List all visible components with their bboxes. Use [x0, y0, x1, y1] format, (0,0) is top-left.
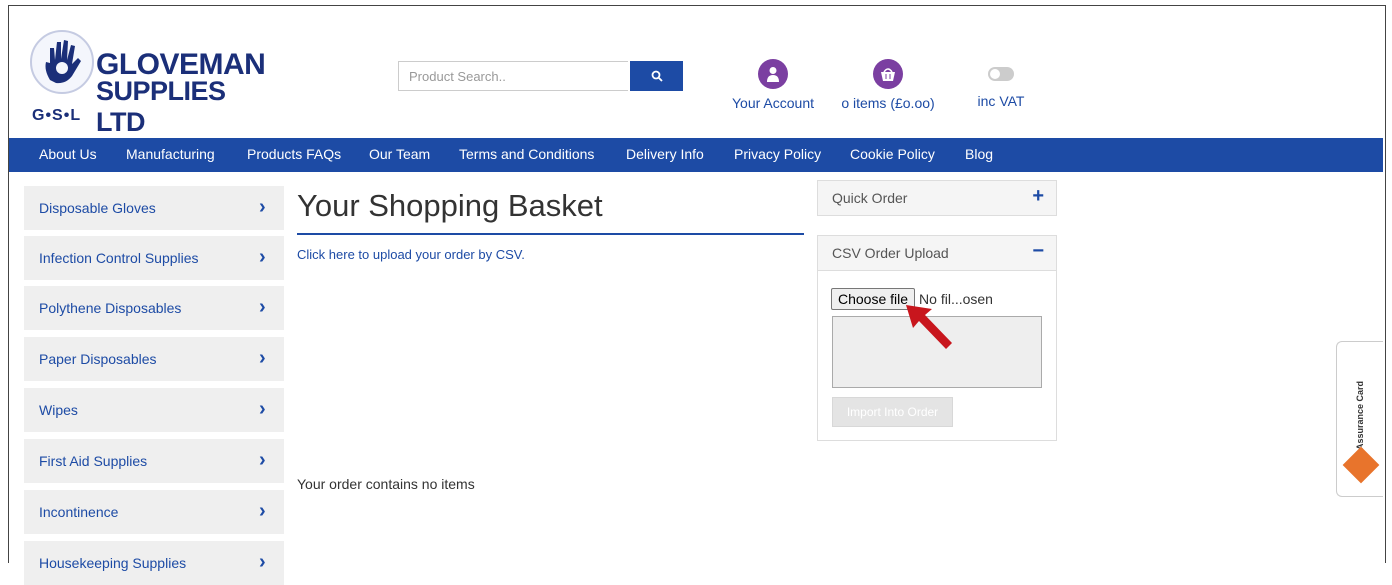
plus-icon[interactable]: + — [1032, 185, 1044, 208]
assurance-badge-icon — [1342, 446, 1380, 484]
chevron-right-icon: › — [259, 347, 266, 369]
sidebar-item-first-aid[interactable]: First Aid Supplies › — [24, 439, 284, 483]
search-button[interactable] — [630, 61, 683, 91]
quick-order-panel: Quick Order + — [817, 180, 1057, 216]
sidebar-item-incontinence[interactable]: Incontinence › — [24, 490, 284, 534]
minus-icon[interactable]: − — [1032, 240, 1044, 263]
assurance-card-label: Assurance Card — [1355, 380, 1365, 450]
nav-item-privacy-policy[interactable]: Privacy Policy — [734, 138, 821, 170]
page-title: Your Shopping Basket — [297, 188, 603, 223]
search-placeholder: Product Search.. — [409, 68, 506, 84]
vat-label: inc VAT — [977, 93, 1025, 109]
red-arrow-icon — [906, 305, 952, 349]
choose-file-button[interactable]: Choose file — [831, 288, 916, 310]
assurance-card-widget[interactable]: Assurance Card — [1336, 341, 1383, 497]
empty-basket-message: Your order contains no items — [297, 476, 475, 492]
sidebar-item-housekeeping[interactable]: Housekeeping Supplies › — [24, 541, 284, 585]
sidebar-item-wipes[interactable]: Wipes › — [24, 388, 284, 432]
sidebar-item-disposable-gloves[interactable]: Disposable Gloves › — [24, 186, 284, 230]
nav-item-terms[interactable]: Terms and Conditions — [459, 138, 594, 170]
nav-item-manufacturing[interactable]: Manufacturing — [126, 138, 215, 170]
main-nav: About Us Manufacturing Products FAQs Our… — [9, 138, 1383, 172]
search-input[interactable]: Product Search.. — [398, 61, 628, 91]
nav-item-delivery-info[interactable]: Delivery Info — [626, 138, 704, 170]
csv-upload-link[interactable]: Click here to upload your order by CSV. — [297, 247, 525, 262]
nav-item-cookie-policy[interactable]: Cookie Policy — [850, 138, 935, 170]
csv-upload-title: CSV Order Upload — [832, 245, 949, 261]
sidebar-item-label: Paper Disposables — [39, 351, 157, 367]
quick-order-title: Quick Order — [832, 190, 908, 206]
sidebar-item-label: First Aid Supplies — [39, 453, 148, 469]
sidebar-item-infection-control[interactable]: Infection Control Supplies › — [24, 236, 284, 280]
sidebar-item-paper[interactable]: Paper Disposables › — [24, 337, 284, 381]
logo-initials: G•S•L — [32, 107, 82, 124]
csv-upload-header[interactable]: CSV Order Upload − — [818, 236, 1056, 271]
basket-label: o items (£o.oo) — [841, 95, 935, 111]
sidebar-item-label: Disposable Gloves — [39, 200, 156, 216]
nav-item-about-us[interactable]: About Us — [39, 138, 97, 170]
sidebar-item-label: Wipes — [39, 402, 78, 418]
quick-order-header[interactable]: Quick Order + — [818, 181, 1056, 215]
import-into-order-button[interactable]: Import Into Order — [832, 397, 953, 427]
chevron-right-icon: › — [259, 398, 266, 420]
nav-item-blog[interactable]: Blog — [965, 138, 993, 170]
title-divider — [297, 233, 804, 235]
chevron-right-icon: › — [259, 551, 266, 573]
site-logo[interactable]: G•S•L GLOVEMAN SUPPLIES LTD — [24, 30, 270, 137]
sidebar-item-label: Infection Control Supplies — [39, 250, 199, 266]
sidebar-item-label: Housekeeping Supplies — [39, 555, 187, 571]
basket-link[interactable]: o items (£o.oo) — [836, 59, 940, 111]
vat-toggle[interactable]: inc VAT — [970, 59, 1032, 109]
chevron-right-icon: › — [259, 500, 266, 522]
account-link[interactable]: Your Account — [727, 59, 819, 111]
chevron-right-icon: › — [259, 196, 266, 218]
chevron-right-icon: › — [259, 296, 266, 318]
user-icon — [758, 59, 788, 89]
account-label: Your Account — [732, 95, 814, 111]
search-icon — [651, 70, 663, 82]
logo-name-line2: SUPPLIES LTD — [96, 76, 226, 137]
sidebar-item-label: Polythene Disposables — [39, 300, 182, 316]
sidebar-item-polythene[interactable]: Polythene Disposables › — [24, 286, 284, 330]
toggle-switch-icon — [988, 67, 1014, 81]
basket-icon — [873, 59, 903, 89]
sidebar-item-label: Incontinence — [39, 504, 119, 520]
hand-logo-icon — [30, 30, 94, 94]
chevron-right-icon: › — [259, 449, 266, 471]
chevron-right-icon: › — [259, 246, 266, 268]
nav-item-our-team[interactable]: Our Team — [369, 138, 430, 170]
nav-item-products-faqs[interactable]: Products FAQs — [247, 138, 341, 170]
